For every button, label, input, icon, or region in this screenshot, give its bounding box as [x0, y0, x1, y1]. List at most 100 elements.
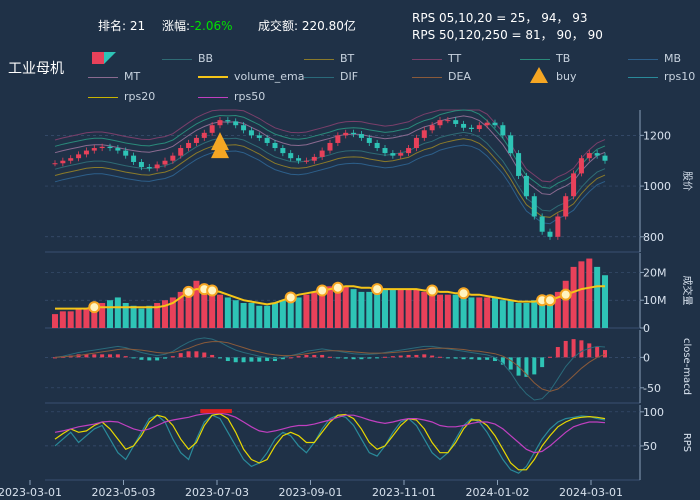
macd-bar	[603, 350, 607, 358]
volume-bar	[405, 289, 412, 328]
macd-bar	[218, 357, 222, 359]
candle	[107, 146, 113, 149]
candle	[146, 167, 152, 169]
macd-bar	[178, 353, 183, 358]
volume-bar	[279, 300, 286, 328]
volume-bar	[327, 286, 333, 328]
macd-bar	[296, 356, 301, 358]
y-tick-label: 100	[643, 406, 664, 419]
candle	[351, 132, 357, 135]
candle	[296, 158, 302, 161]
candle	[398, 153, 404, 156]
candle	[500, 125, 506, 136]
macd-bar	[288, 357, 293, 359]
macd-bar	[430, 355, 435, 358]
volume-bar	[240, 303, 247, 328]
macd-bar	[422, 354, 427, 358]
volume-marker	[371, 283, 384, 296]
volume-marker	[426, 284, 439, 297]
candle	[193, 137, 199, 143]
volume-bar	[83, 308, 90, 328]
macd-bar	[579, 340, 584, 358]
macd-bar	[595, 346, 600, 358]
y-tick-label: 800	[643, 231, 664, 244]
candle	[264, 137, 270, 143]
macd-bar	[461, 357, 466, 360]
macd-bar	[469, 357, 474, 360]
candle	[209, 125, 215, 133]
volume-bar	[389, 289, 396, 328]
volume-bar	[437, 294, 443, 328]
macd-bar	[131, 357, 136, 359]
candle	[327, 142, 333, 151]
volume-bar	[594, 266, 601, 328]
volume-bar	[578, 261, 585, 328]
macd-bar	[438, 356, 442, 358]
volume-marker	[182, 285, 195, 298]
macd-bar	[532, 357, 537, 375]
volume-bar	[492, 297, 498, 328]
volume-marker	[559, 288, 572, 301]
y-axis-label: close-macd	[681, 338, 692, 395]
volume-bar	[452, 294, 459, 328]
y-axis-label: 股价	[681, 171, 693, 191]
volume-bar	[114, 297, 121, 328]
macd-bar	[241, 357, 246, 363]
candle	[563, 196, 569, 217]
volume-marker	[284, 291, 297, 304]
candle	[76, 154, 82, 159]
y-tick-label: -50	[643, 382, 661, 395]
volume-bar	[59, 311, 66, 328]
macd-bar	[548, 356, 552, 358]
macd-bar	[123, 356, 128, 358]
candle	[170, 155, 176, 161]
candle	[162, 160, 168, 165]
volume-bar	[562, 280, 569, 328]
candle	[445, 120, 451, 122]
candle	[531, 196, 537, 217]
volume-bar	[52, 314, 58, 328]
volume-bar	[256, 305, 263, 328]
volume-bar	[397, 289, 404, 328]
volume-marker	[457, 287, 470, 300]
volume-bar	[217, 294, 223, 328]
volume-bar	[570, 266, 577, 328]
macd-bar	[328, 356, 332, 358]
volume-bar	[460, 294, 467, 328]
candle	[248, 130, 254, 136]
volume-bar	[342, 286, 349, 328]
candle	[186, 142, 192, 149]
candle	[99, 146, 105, 149]
volume-bar	[358, 291, 365, 328]
candle	[390, 153, 396, 156]
volume-bar	[374, 291, 381, 328]
macd-bar	[453, 357, 458, 359]
candle	[83, 150, 89, 155]
candle	[60, 160, 66, 164]
macd-bar	[115, 354, 120, 358]
volume-bar	[366, 291, 373, 328]
candle	[594, 153, 600, 156]
volume-bar	[468, 297, 475, 328]
candle	[602, 155, 608, 161]
macd-bar	[414, 354, 419, 358]
x-tick-label: 2023-03-01	[0, 486, 62, 499]
macd-bar	[194, 351, 199, 358]
candle	[178, 148, 184, 156]
rps10-line	[54, 414, 606, 474]
macd-bar	[587, 343, 592, 358]
candle	[366, 137, 372, 143]
macd-bar	[155, 357, 160, 361]
volume-bar	[224, 297, 231, 328]
macd-bar	[186, 351, 191, 358]
macd-bar	[335, 357, 340, 359]
volume-bar	[429, 291, 436, 328]
macd-bar	[257, 357, 262, 362]
macd-bar	[485, 357, 490, 360]
y-tick-label: 50	[643, 440, 657, 453]
dif-line	[54, 337, 606, 401]
x-tick-label: 2023-09-01	[279, 486, 343, 499]
volume-bar	[138, 308, 145, 328]
macd-bar	[170, 356, 175, 358]
candle	[154, 164, 160, 169]
